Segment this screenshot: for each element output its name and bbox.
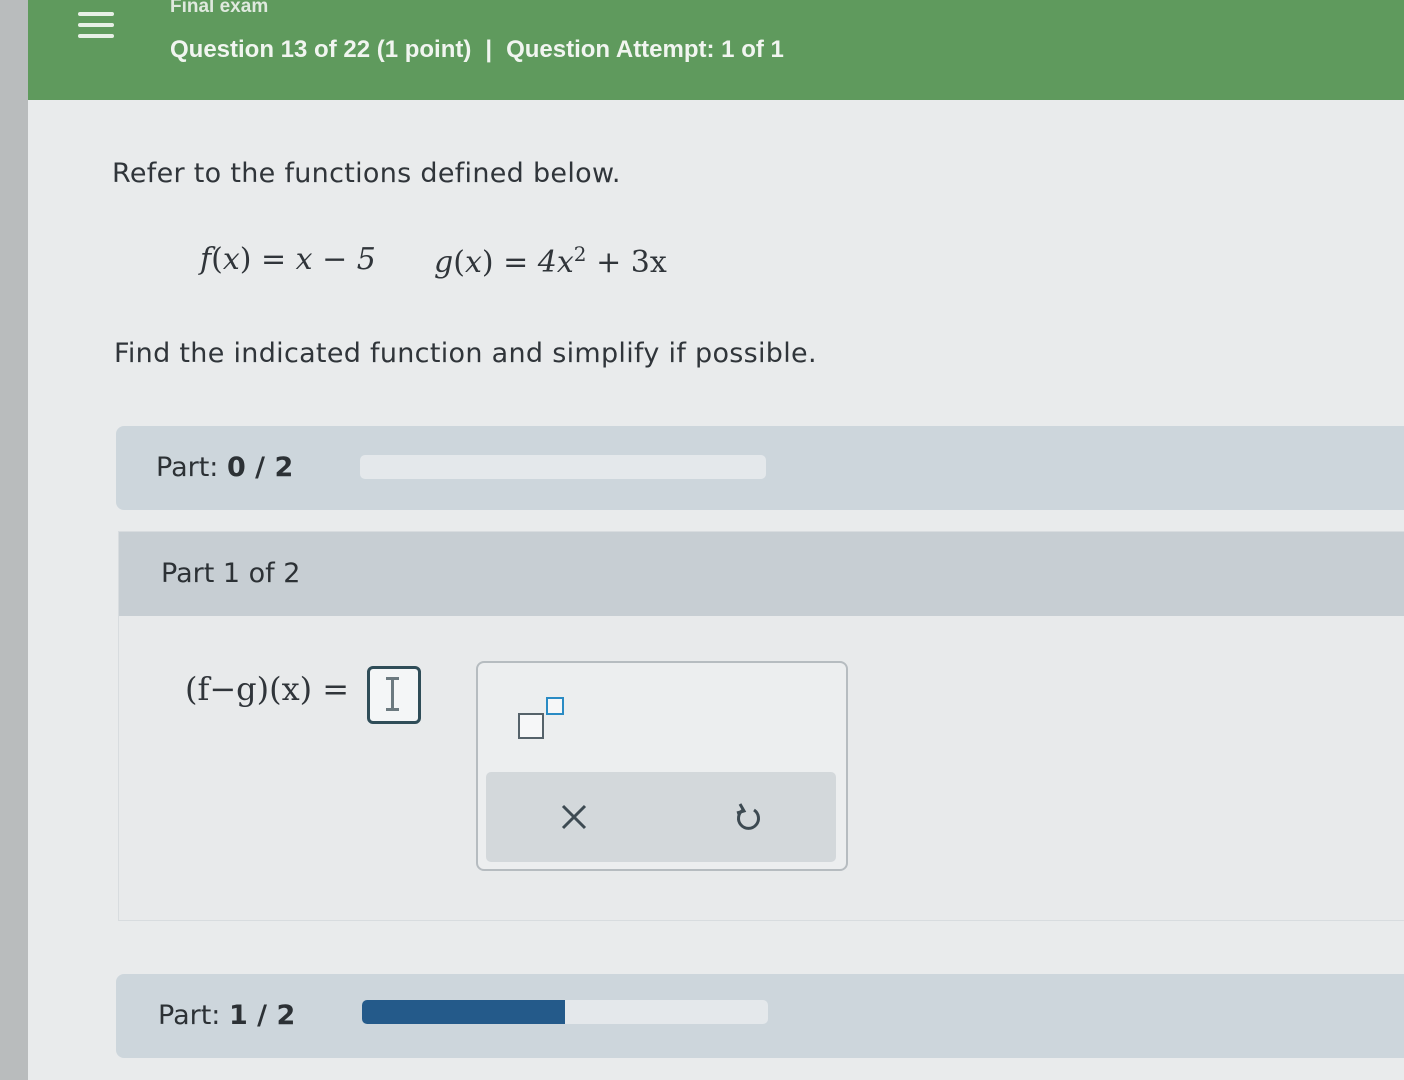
question-number: Question 13 of 22 (1 point) [170, 36, 472, 63]
clear-button[interactable] [486, 772, 661, 862]
math-palette [476, 661, 848, 871]
f-definition: f(x) = x − 5 [200, 242, 376, 277]
palette-actions [486, 772, 836, 862]
part-1-header: Part 1 of 2 [119, 532, 1404, 616]
answer-lhs: (f−g)(x) = [185, 670, 350, 708]
part-progress-bottom: Part: 1 / 2 [116, 974, 1404, 1058]
answer-input[interactable] [367, 666, 421, 724]
progress-fill-bottom [362, 1000, 565, 1024]
attempt-info: Question Attempt: 1 of 1 [506, 36, 784, 63]
progress-bar-top [360, 455, 766, 479]
app-frame: Final exam Question 13 of 22 (1 point) | Q… [28, 0, 1404, 1080]
superscript-box-icon [546, 697, 564, 715]
text-cursor-icon [386, 677, 399, 711]
undo-button[interactable] [661, 772, 836, 862]
problem-intro: Refer to the functions defined below. [112, 158, 621, 189]
undo-icon [736, 803, 760, 830]
close-icon [561, 804, 586, 830]
exam-title: Final exam [170, 0, 269, 17]
part-1-title: Part 1 of 2 [161, 558, 301, 589]
g-definition: g(x) = 4x2 + 3x [434, 242, 667, 280]
part-1-panel: Part 1 of 2 (f−g)(x) = [118, 531, 1404, 921]
question-info-line: Question 13 of 22 (1 point) | Question Att… [170, 36, 784, 64]
part-progress-label: Part: 1 / 2 [158, 1000, 296, 1031]
problem-instruction: Find the indicated function and simplify… [114, 338, 817, 369]
exponent-button[interactable] [514, 691, 564, 743]
superscript-template-icon [518, 713, 544, 739]
menu-icon[interactable] [70, 8, 122, 46]
part-progress-top: Part: 0 / 2 [116, 426, 1404, 510]
header-separator: | [485, 36, 493, 63]
part-progress-label: Part: 0 / 2 [156, 452, 294, 483]
progress-bar-bottom [362, 1000, 768, 1024]
header-bar: Final exam Question 13 of 22 (1 point) | Q… [28, 0, 1404, 100]
